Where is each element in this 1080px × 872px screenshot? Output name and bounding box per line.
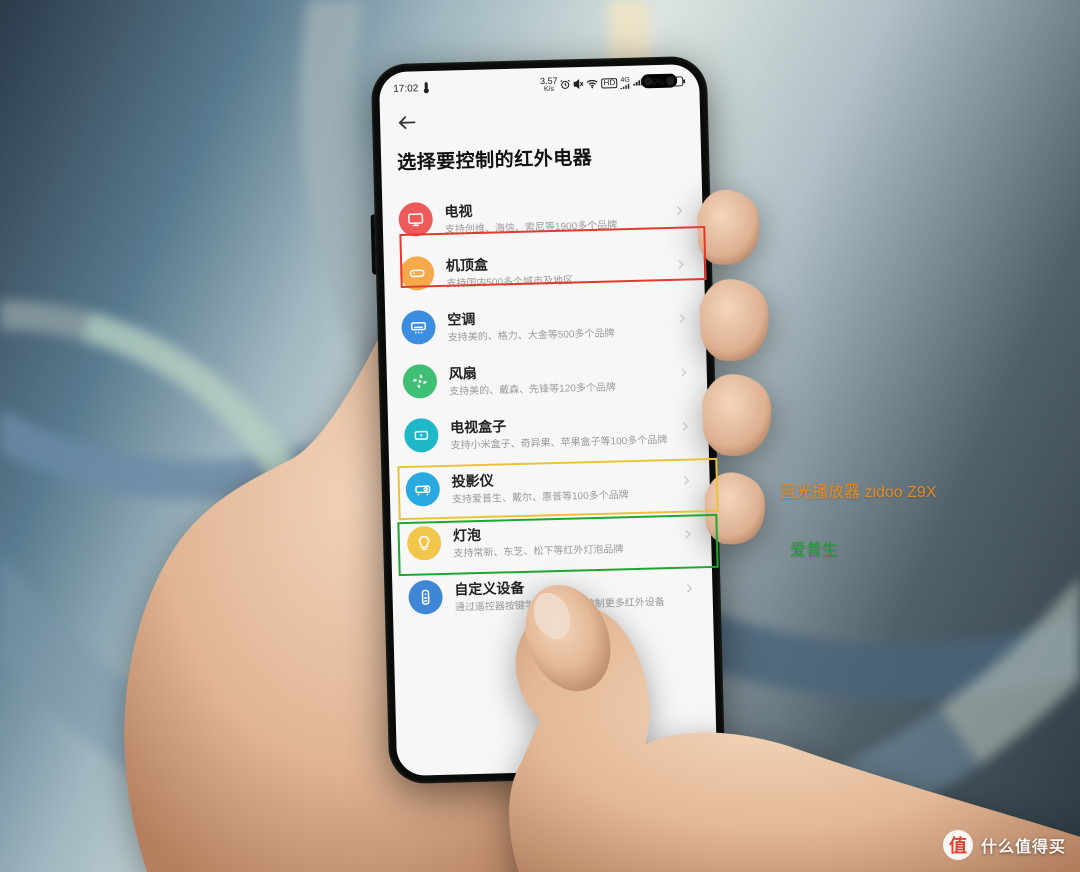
device-text: 电视支持创维、海信、索尼等1900多个品牌 [444,195,673,236]
device-item-projector[interactable]: 投影仪支持爱普生、戴尔、惠普等100多个品牌 [405,455,694,517]
battery-icon [667,76,685,86]
wifi-icon [587,79,599,89]
alarm-icon [561,79,571,89]
bulb-icon [407,526,442,561]
device-text: 电视盒子支持小米盒子、奇异果、苹果盒子等100多个品牌 [450,411,679,452]
mute-icon [574,79,584,89]
page-title: 选择要控制的红外电器 [397,140,686,175]
watermark-badge: 值 [943,830,973,860]
back-button[interactable] [396,111,419,134]
chevron-right-icon [678,419,692,438]
device-text: 空调支持美的、格力、大金等500多个品牌 [447,303,676,344]
thermometer-icon [422,82,430,94]
right-hand [470,520,1080,872]
chevron-right-icon [679,473,693,492]
scene-root: 17:02 3.57K/s HD 4G 36% [0,0,1080,872]
annotation-projector: 爱普生 [790,536,838,560]
device-item-fan[interactable]: 风扇支持美的、戴森、先锋等120多个品牌 [402,347,691,409]
projector-icon [405,472,440,507]
device-text: 机顶盒支持国内500多个城市及地区 [446,249,675,290]
chevron-right-icon [674,257,688,276]
device-item-tv[interactable]: 电视支持创维、海信、索尼等1900多个品牌 [398,185,687,247]
chevron-right-icon [675,311,689,330]
signal-icon [633,78,643,86]
stb-icon [400,256,435,291]
device-item-ac[interactable]: 空调支持美的、格力、大金等500多个品牌 [401,293,690,355]
hd-icon: HD [602,78,618,88]
chevron-right-icon [672,203,686,222]
net-speed-icon: 3.57K/s [540,77,558,93]
status-time: 17:02 [393,83,418,95]
device-text: 风扇支持美的、戴森、先锋等120多个品牌 [448,357,677,398]
battery-percent: 36% [646,77,664,87]
box-icon [404,418,439,453]
tv-icon [398,202,433,237]
ac-icon [401,310,436,345]
watermark: 值 什么值得买 [943,830,1066,860]
signal-4g-icon: 4G [620,76,630,89]
custom-icon [408,580,443,615]
fan-icon [403,364,438,399]
arrow-left-icon [396,111,419,134]
device-text: 投影仪支持爱普生、戴尔、惠普等100多个品牌 [451,465,680,506]
chevron-right-icon [677,365,691,384]
device-item-box[interactable]: 电视盒子支持小米盒子、奇异果、苹果盒子等100多个品牌 [404,401,693,463]
watermark-text: 什么值得买 [981,833,1066,857]
device-item-stb[interactable]: 机顶盒支持国内500多个城市及地区 [399,239,688,301]
annotation-tvbox: 蓝光播放器 zidoo Z9X [780,478,937,502]
